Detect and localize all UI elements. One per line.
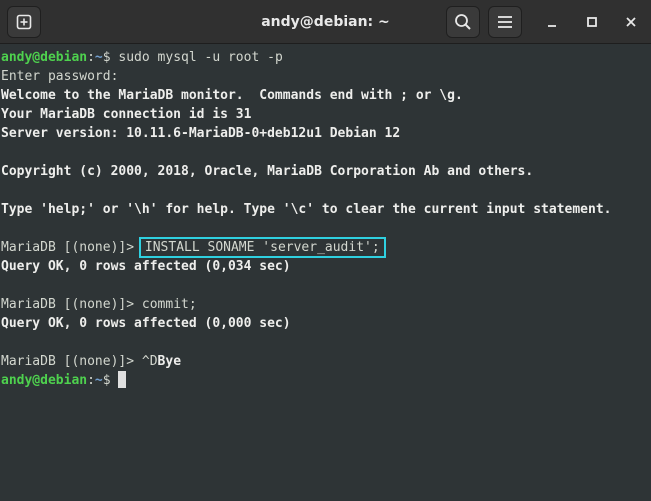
shell-prompt-line: andy@debian:~$ [1, 371, 127, 390]
prompt-symbol: $ [102, 373, 111, 388]
prompt-symbol: $ [102, 50, 111, 65]
search-icon [455, 14, 471, 30]
maximize-icon [587, 17, 597, 27]
commit-command-line: MariaDB [(none)]> commit; [1, 295, 197, 314]
prompt-user: andy@debian [1, 373, 88, 388]
prompt-user: andy@debian [1, 50, 88, 65]
close-button[interactable] [616, 6, 646, 38]
menu-button[interactable] [488, 6, 522, 38]
minimize-icon [548, 25, 556, 27]
password-prompt-line: Enter password: [1, 69, 119, 84]
shell-command-line: andy@debian:~$ sudo mysql -u root -p [1, 48, 283, 67]
bye-text: Bye [157, 354, 182, 369]
terminal-window: andy@debian: ~ andy@debian:~$ sudo mysql… [0, 0, 651, 501]
command-text: sudo mysql -u root -p [110, 50, 283, 65]
help-line: Type 'help;' or '\h' for help. Type '\c'… [1, 202, 612, 217]
minimize-button[interactable] [537, 6, 567, 38]
mariadb-prompt: MariaDB [(none)]> [1, 297, 142, 312]
server-version-line: Server version: 10.11.6-MariaDB-0+deb12u… [1, 126, 401, 141]
connection-id-line: Your MariaDB connection id is 31 [1, 107, 252, 122]
mariadb-prompt: MariaDB [(none)]> [1, 240, 142, 255]
titlebar: andy@debian: ~ [0, 0, 651, 44]
commit-command: commit; [141, 297, 197, 312]
mariadb-prompt: MariaDB [(none)]> [1, 354, 142, 369]
highlighted-install-command: INSTALL SONAME 'server_audit'; [138, 237, 386, 258]
install-result-line: Query OK, 0 rows affected (0,034 sec) [1, 259, 291, 274]
welcome-line: Welcome to the MariaDB monitor. Commands… [1, 88, 463, 103]
new-tab-button[interactable] [7, 6, 41, 38]
commit-result-line: Query OK, 0 rows affected (0,000 sec) [1, 316, 291, 331]
prompt-path: ~ [94, 373, 103, 388]
text-cursor [118, 371, 127, 388]
prompt-separator: : [87, 373, 95, 388]
hamburger-menu-icon [498, 16, 512, 28]
install-command-line: MariaDB [(none)]> INSTALL SONAME 'server… [1, 237, 386, 258]
new-tab-icon [16, 14, 32, 30]
close-icon [626, 17, 636, 27]
exit-command-line: MariaDB [(none)]> ^DBye [1, 352, 181, 371]
prompt-path: ~ [94, 50, 103, 65]
maximize-button[interactable] [577, 6, 607, 38]
prompt-separator: : [87, 50, 95, 65]
search-button[interactable] [446, 6, 480, 38]
ctrl-d-text: ^D [141, 354, 158, 369]
copyright-line: Copyright (c) 2000, 2018, Oracle, MariaD… [1, 164, 534, 179]
terminal-output[interactable]: andy@debian:~$ sudo mysql -u root -p Ent… [0, 45, 651, 501]
